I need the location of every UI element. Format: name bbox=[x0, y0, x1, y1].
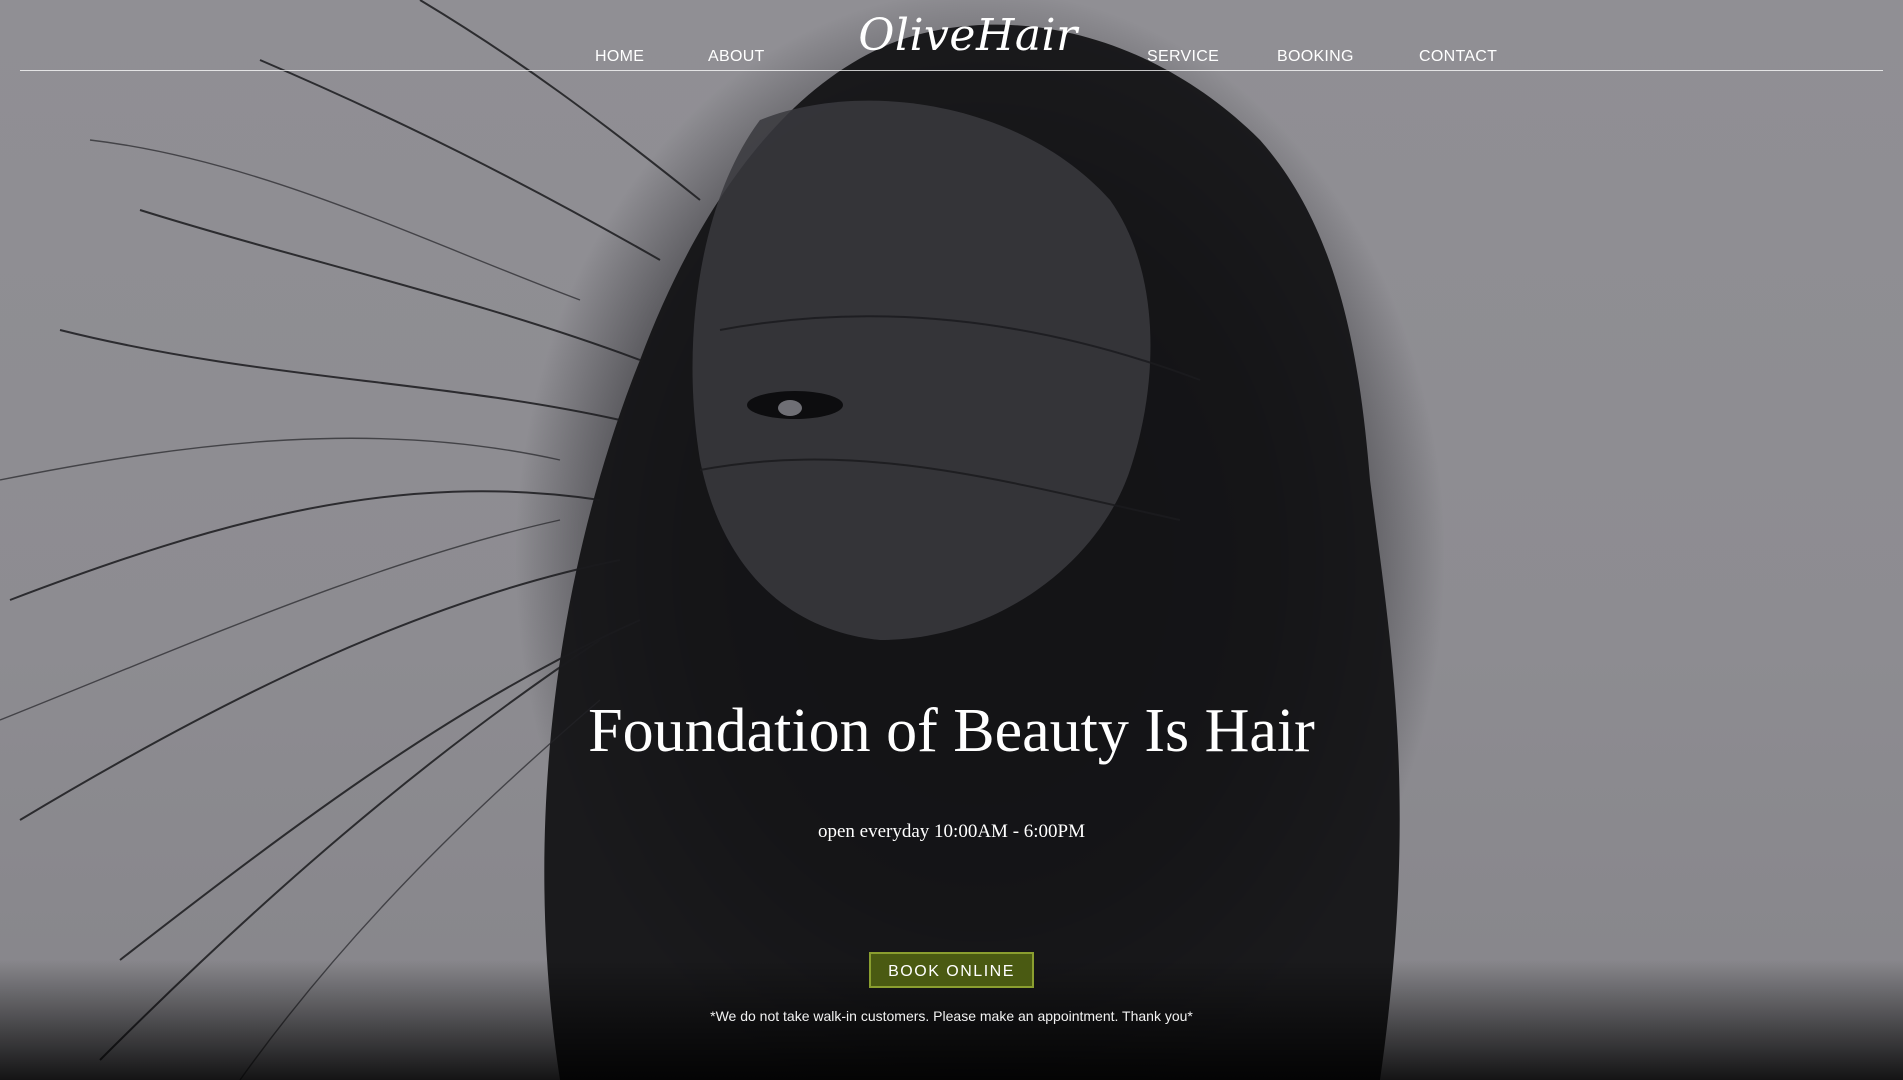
nav-home[interactable]: HOME bbox=[595, 48, 644, 66]
hero-section: HOME ABOUT OliveHair SERVICE BOOKING CON… bbox=[0, 0, 1903, 1080]
book-online-button[interactable]: BOOK ONLINE bbox=[869, 952, 1034, 988]
opening-hours: open everyday 10:00AM - 6:00PM bbox=[817, 821, 1086, 842]
hero-background-photo bbox=[0, 0, 1400, 1080]
hero-title: Foundation of Beauty Is Hair bbox=[588, 697, 1315, 765]
nav-booking[interactable]: BOOKING bbox=[1277, 48, 1354, 66]
brand-logo[interactable]: OliveHair bbox=[858, 6, 1078, 66]
top-navigation: HOME ABOUT OliveHair SERVICE BOOKING CON… bbox=[20, 0, 1883, 71]
appointment-notice: *We do not take walk-in customers. Pleas… bbox=[710, 1008, 1193, 1024]
nav-service[interactable]: SERVICE bbox=[1147, 48, 1219, 66]
nav-contact[interactable]: CONTACT bbox=[1419, 48, 1497, 66]
nav-about[interactable]: ABOUT bbox=[708, 48, 765, 66]
